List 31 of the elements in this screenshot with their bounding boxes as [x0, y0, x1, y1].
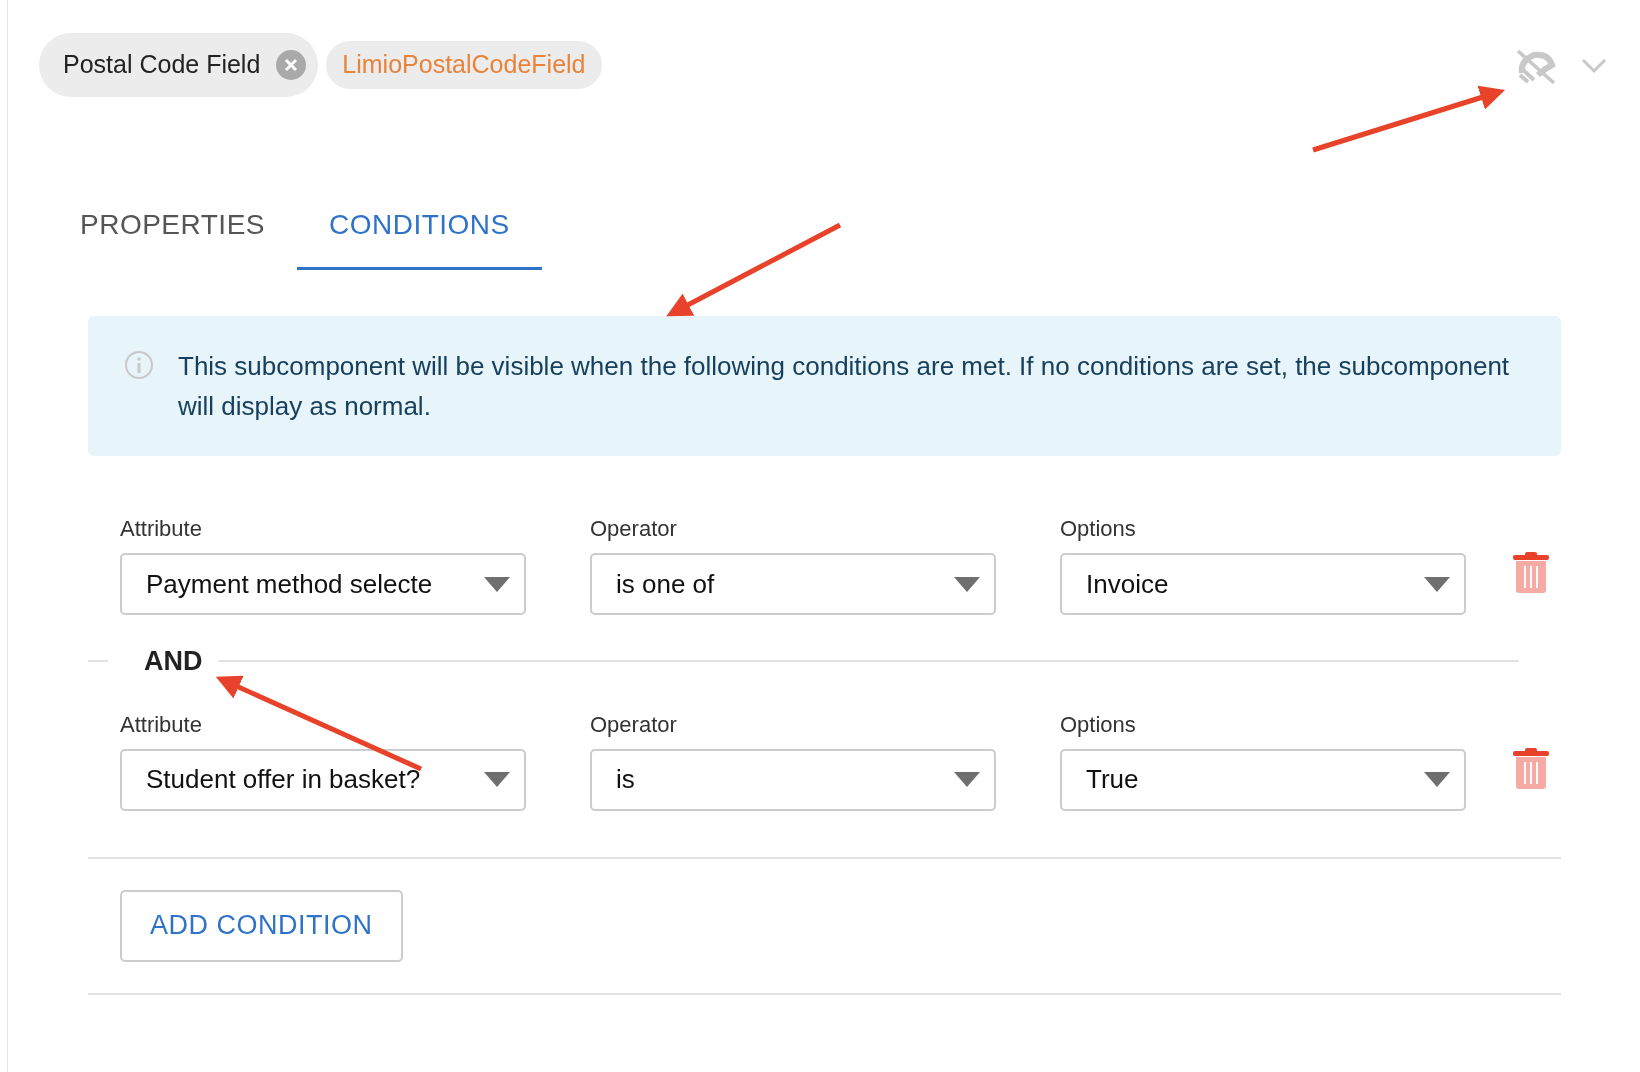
caret-icon: [1424, 576, 1450, 592]
type-chip: LimioPostalCodeField: [326, 41, 602, 89]
chevron-down-icon[interactable]: [1580, 57, 1608, 75]
hidden-eye-icon[interactable]: [1514, 47, 1558, 87]
field-label: Operator: [590, 515, 678, 543]
select-field[interactable]: True: [1060, 748, 1466, 811]
select-field[interactable]: is one of: [590, 553, 996, 615]
tab[interactable]: CONDITIONS: [297, 140, 542, 270]
select-field[interactable]: Payment method selecte: [120, 553, 526, 615]
trash-icon[interactable]: [1512, 552, 1550, 594]
info-icon: [124, 350, 154, 380]
field-label: Attribute: [120, 515, 203, 543]
chip-label: Postal Code Field: [63, 49, 261, 81]
trash-icon[interactable]: [1512, 747, 1550, 790]
select-field[interactable]: Student offer in basket?: [120, 748, 526, 811]
close-icon[interactable]: [276, 50, 307, 80]
caret-icon: [954, 772, 980, 787]
field-label: Operator: [590, 710, 678, 739]
caret-icon: [1424, 772, 1450, 787]
joiner-label: AND: [143, 645, 204, 678]
info-text: This subcomponent will be visible when the following conditions are met. If no conditions are set, the subcomponent will display as normal.: [178, 350, 1511, 423]
caret-icon: [954, 576, 980, 592]
caret-icon: [484, 772, 510, 787]
field-label: Options: [1060, 515, 1137, 543]
select-field[interactable]: Invoice: [1060, 553, 1466, 615]
tab[interactable]: PROPERTIES: [48, 140, 297, 270]
add-condition-button[interactable]: ADD CONDITION: [120, 889, 403, 962]
field-label: Attribute: [120, 710, 203, 739]
caret-icon: [484, 576, 510, 592]
field-label: Options: [1060, 710, 1137, 739]
select-field[interactable]: is: [590, 748, 996, 811]
